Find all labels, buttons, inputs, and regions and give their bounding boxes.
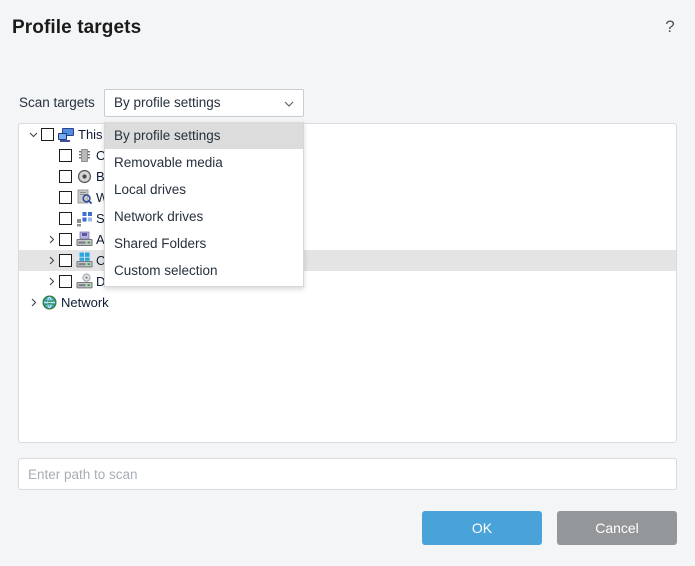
chevron-down-icon[interactable] (25, 124, 41, 145)
dropdown-option[interactable]: Removable media (105, 149, 303, 176)
tree-row-checkbox[interactable] (59, 212, 72, 225)
tree-row-checkbox[interactable] (59, 149, 72, 162)
twisty-spacer (43, 208, 59, 229)
tree-row-checkbox[interactable] (41, 128, 54, 141)
help-icon[interactable]: ? (659, 16, 681, 38)
floppy-drive-icon (76, 231, 93, 248)
scan-targets-dropdown-list[interactable]: By profile settingsRemovable mediaLocal … (104, 122, 304, 287)
scan-targets-label: Scan targets (19, 95, 95, 110)
twisty-spacer (43, 187, 59, 208)
dropdown-option[interactable]: Network drives (105, 203, 303, 230)
cancel-button[interactable]: Cancel (557, 511, 677, 545)
network-globe-icon (41, 294, 58, 311)
computer-icon (58, 126, 75, 143)
scan-targets-selected-value: By profile settings (114, 95, 221, 110)
dropdown-option[interactable]: Shared Folders (105, 230, 303, 257)
chevron-right-icon[interactable] (43, 229, 59, 250)
tree-row-label: Network (61, 295, 109, 310)
tree-row[interactable]: Network (19, 292, 676, 313)
disc-icon (76, 168, 93, 185)
chevron-right-icon[interactable] (25, 292, 41, 313)
dropdown-option[interactable]: Custom selection (105, 257, 303, 284)
optical-drive-icon (76, 273, 93, 290)
chevron-right-icon[interactable] (43, 250, 59, 271)
tree-row-checkbox[interactable] (59, 191, 72, 204)
page-title: Profile targets (12, 17, 141, 39)
tree-row-checkbox[interactable] (59, 254, 72, 267)
dropdown-option[interactable]: By profile settings (105, 122, 303, 149)
chevron-down-icon (284, 99, 294, 109)
path-input[interactable] (18, 458, 677, 490)
tree-row-checkbox[interactable] (59, 170, 72, 183)
ok-button[interactable]: OK (422, 511, 542, 545)
scan-targets-select[interactable]: By profile settings (104, 89, 304, 117)
system-grid-icon (76, 210, 93, 227)
memory-chip-icon (76, 147, 93, 164)
tree-row-checkbox[interactable] (59, 275, 72, 288)
tree-row-checkbox[interactable] (59, 233, 72, 246)
dropdown-option[interactable]: Local drives (105, 176, 303, 203)
twisty-spacer (43, 166, 59, 187)
twisty-spacer (43, 145, 59, 166)
document-search-icon (76, 189, 93, 206)
chevron-right-icon[interactable] (43, 271, 59, 292)
windows-drive-icon (76, 252, 93, 269)
